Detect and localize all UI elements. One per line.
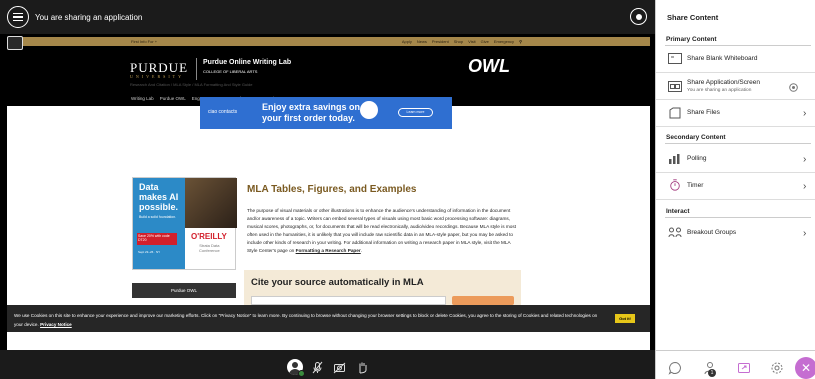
side-ad-conf-2: Conference bbox=[199, 248, 220, 253]
share-whiteboard-item[interactable]: Share Blank Whiteboard bbox=[656, 47, 815, 73]
utility-link-shop[interactable]: Shop bbox=[454, 39, 463, 44]
purdue-logo[interactable]: PURDUE UNIVERSITY bbox=[130, 60, 188, 79]
nav-purdue-owl[interactable]: Purdue OWL bbox=[160, 96, 186, 101]
application-label: Share Application/Screen bbox=[687, 79, 760, 86]
owl-logo-icon[interactable]: OWL bbox=[468, 56, 510, 77]
microphone-off-icon[interactable] bbox=[311, 361, 324, 374]
timer-item[interactable]: Timer › bbox=[656, 174, 815, 200]
section-primary: Primary Content bbox=[666, 36, 717, 43]
cookie-text-block: We use Cookies on this site to enhance y… bbox=[14, 311, 604, 329]
utility-link-news[interactable]: News bbox=[417, 39, 427, 44]
paragraph-text: The purpose of visual materials or other… bbox=[247, 208, 517, 253]
timer-icon bbox=[670, 179, 680, 191]
banner-ad[interactable]: ciao contacts Enjoy extra savings on you… bbox=[200, 97, 452, 129]
side-ad-date: Sept 23–26 · NY bbox=[138, 250, 161, 254]
collaborate-panel-icon[interactable] bbox=[7, 36, 23, 50]
cite-button[interactable] bbox=[452, 296, 514, 305]
formatting-paper-link[interactable]: Formatting a Research Paper bbox=[296, 248, 361, 253]
cite-search-input[interactable] bbox=[251, 296, 446, 305]
settings-gear-icon[interactable] bbox=[769, 361, 785, 375]
privacy-notice-link[interactable]: Privacy Notice bbox=[40, 322, 72, 327]
cookie-text: We use Cookies on this site to enhance y… bbox=[14, 313, 598, 327]
polling-icon bbox=[669, 154, 680, 164]
utility-link-president[interactable]: President bbox=[432, 39, 449, 44]
owl-college: COLLEGE OF LIBERAL ARTS bbox=[203, 69, 258, 74]
header-divider bbox=[196, 58, 197, 80]
whiteboard-icon bbox=[668, 53, 682, 64]
stop-share-icon[interactable] bbox=[789, 83, 798, 92]
owl-title: Purdue Online Writing Lab bbox=[203, 59, 292, 66]
camera-off-icon[interactable] bbox=[333, 361, 346, 374]
ad-mascot-icon bbox=[360, 101, 378, 119]
divider bbox=[665, 45, 811, 46]
session-topbar: You are sharing an application bbox=[0, 0, 655, 34]
polling-item[interactable]: Polling › bbox=[656, 147, 815, 173]
chevron-right-icon: › bbox=[803, 181, 807, 192]
divider bbox=[665, 143, 811, 144]
owl-title-block[interactable]: Purdue Online Writing Lab COLLEGE OF LIB… bbox=[203, 58, 291, 76]
side-ad-headline-2: makes AI bbox=[139, 192, 179, 202]
side-ad-headline-3: possible. bbox=[139, 202, 179, 212]
session-menu-button[interactable] bbox=[7, 6, 29, 28]
utility-link-apply[interactable]: Apply bbox=[402, 39, 412, 44]
ad-text-line2: your first order today. bbox=[262, 113, 355, 123]
application-status: You are sharing an application bbox=[687, 88, 752, 93]
chevron-right-icon: › bbox=[803, 108, 807, 119]
purdue-logo-sub: UNIVERSITY bbox=[130, 74, 184, 79]
polling-label: Polling bbox=[687, 155, 707, 162]
side-ad-brand: O'REILLY bbox=[191, 232, 227, 241]
side-ad-save: Save 20% with code DT20 bbox=[137, 233, 177, 245]
ad-text-line1: Enjoy extra savings on bbox=[262, 102, 361, 112]
utility-link-emergency[interactable]: Emergency bbox=[494, 39, 514, 44]
breakout-label: Breakout Groups bbox=[687, 229, 737, 236]
utility-first-info[interactable]: First Info For + bbox=[131, 39, 157, 44]
chevron-right-icon: › bbox=[803, 228, 807, 239]
stop-sharing-button[interactable] bbox=[630, 8, 647, 25]
share-files-item[interactable]: Share Files › bbox=[656, 101, 815, 127]
search-icon[interactable]: ⚲ bbox=[519, 39, 522, 44]
chat-icon[interactable] bbox=[667, 361, 683, 375]
page-title: MLA Tables, Figures, and Examples bbox=[247, 184, 417, 195]
ad-learn-more-button[interactable]: Learn more bbox=[398, 108, 433, 117]
utility-link-give[interactable]: Give bbox=[481, 39, 489, 44]
nav-writing-lab[interactable]: Writing Lab bbox=[131, 96, 154, 101]
section-secondary: Secondary Content bbox=[666, 134, 726, 141]
chevron-right-icon: › bbox=[803, 154, 807, 165]
application-icon bbox=[668, 81, 682, 92]
share-application-item[interactable]: Share Application/Screen You are sharing… bbox=[656, 74, 815, 100]
purdue-utility-bar: First Info For + Apply News President Sh… bbox=[7, 37, 650, 46]
cite-title: Cite your source automatically in MLA bbox=[251, 277, 424, 288]
sidebar-purdue-owl-button[interactable]: Purdue OWL bbox=[132, 283, 236, 298]
side-ad-headline-1: Data bbox=[139, 182, 159, 192]
ad-brand: ciao contacts bbox=[208, 109, 238, 115]
purdue-logo-text: PURDUE bbox=[130, 60, 189, 75]
share-content-icon[interactable] bbox=[736, 361, 752, 375]
timer-label: Timer bbox=[687, 182, 704, 189]
breadcrumb[interactable]: Research And Citation / MLA Style / MLA … bbox=[130, 82, 253, 87]
divider bbox=[665, 217, 811, 218]
side-ad[interactable]: Data makes AI possible. Build a solid fo… bbox=[132, 177, 237, 270]
sharing-status: You are sharing an application bbox=[35, 12, 143, 22]
side-ad-small: Build a solid foundation. bbox=[139, 215, 177, 219]
files-icon bbox=[669, 107, 681, 119]
panel-title: Share Content bbox=[667, 13, 719, 22]
breakout-groups-icon bbox=[668, 227, 682, 238]
utility-link-visit[interactable]: Visit bbox=[468, 39, 475, 44]
attendee-count-badge: 1 bbox=[708, 369, 716, 377]
section-interact: Interact bbox=[666, 208, 690, 215]
side-ad-photo bbox=[185, 178, 237, 228]
raise-hand-icon[interactable] bbox=[356, 361, 369, 374]
files-label: Share Files bbox=[687, 109, 720, 116]
status-dot bbox=[298, 370, 305, 377]
session-bottombar bbox=[0, 350, 655, 379]
purdue-header bbox=[7, 46, 650, 92]
whiteboard-label: Share Blank Whiteboard bbox=[687, 55, 758, 62]
page-paragraph: The purpose of visual materials or other… bbox=[247, 208, 517, 253]
close-panel-icon[interactable]: ✕ bbox=[795, 357, 815, 379]
breakout-groups-item[interactable]: Breakout Groups › bbox=[656, 221, 815, 247]
cookie-accept-button[interactable]: Got it! bbox=[615, 314, 635, 323]
